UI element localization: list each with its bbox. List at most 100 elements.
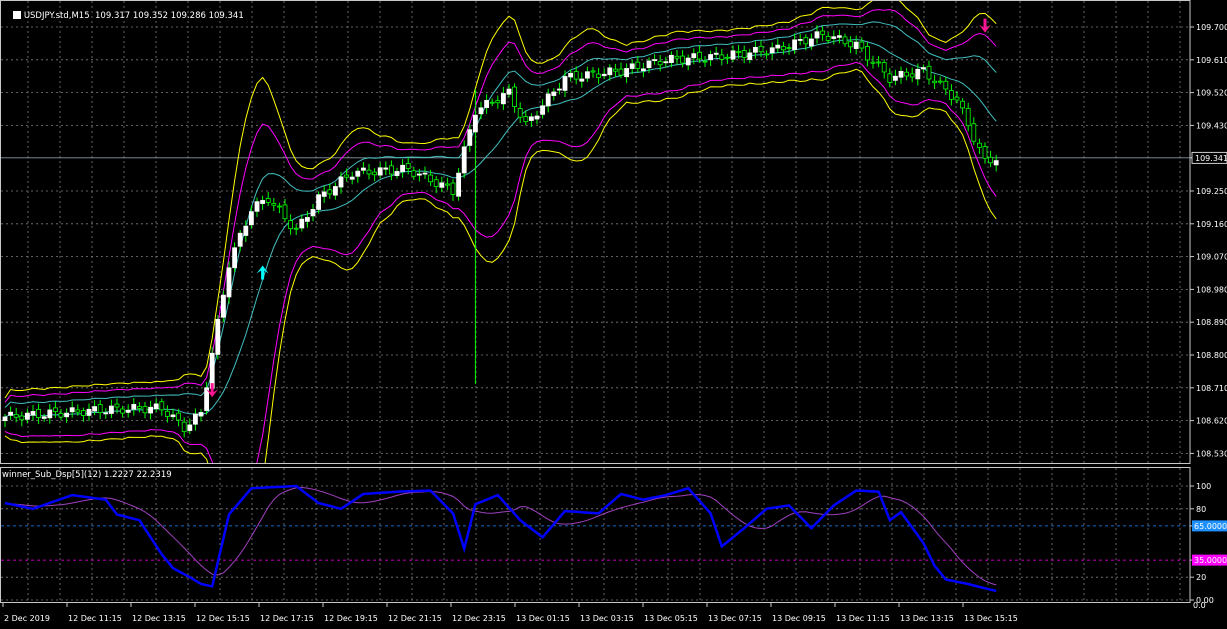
indicator-axis-label: 20 bbox=[1196, 573, 1206, 582]
candle-body bbox=[282, 204, 288, 220]
band-middle-lower bbox=[4, 61, 997, 463]
price-axis-label: 109.250 bbox=[1196, 187, 1227, 196]
candle-body bbox=[159, 401, 165, 411]
candle-body bbox=[792, 39, 797, 51]
candle bbox=[764, 50, 769, 59]
candle bbox=[842, 33, 848, 47]
candle-body bbox=[489, 101, 495, 104]
candle bbox=[131, 398, 137, 416]
candle bbox=[500, 86, 506, 110]
candle bbox=[747, 48, 753, 64]
candle-body bbox=[439, 182, 445, 188]
chart-canvas[interactable]: 109.700109.610109.520109.430109.341109.2… bbox=[0, 0, 1227, 625]
candle-body bbox=[585, 71, 590, 79]
candle-body bbox=[904, 71, 909, 77]
candle-body bbox=[618, 68, 624, 76]
grid-lines bbox=[1, 1, 1190, 602]
candle bbox=[573, 66, 579, 85]
price-axis-label: 108.800 bbox=[1196, 351, 1227, 360]
candle bbox=[624, 63, 629, 83]
candle bbox=[579, 72, 585, 88]
candle bbox=[86, 403, 92, 421]
candle bbox=[641, 62, 646, 78]
candles bbox=[2, 25, 999, 438]
candle bbox=[629, 59, 635, 75]
indicator-axis-label: 100 bbox=[1196, 482, 1211, 491]
candle-body bbox=[372, 171, 378, 176]
candle-body bbox=[444, 183, 450, 186]
time-axis-label: 12 Dec 13:15 bbox=[132, 614, 186, 623]
candle-body bbox=[265, 197, 271, 203]
menu-icon[interactable] bbox=[12, 11, 21, 19]
symbol-header: USDJPY.std,M15 109.317 109.352 109.286 1… bbox=[2, 1, 244, 31]
candle-body bbox=[47, 409, 53, 419]
candle bbox=[663, 56, 669, 68]
candle-body bbox=[624, 68, 629, 78]
candle-body bbox=[120, 408, 125, 414]
candle bbox=[159, 398, 165, 416]
candle-body bbox=[304, 217, 310, 222]
candle-body bbox=[646, 60, 652, 69]
candle-body bbox=[142, 406, 148, 414]
candle bbox=[489, 98, 495, 107]
candle-body bbox=[641, 68, 646, 72]
candle-body bbox=[81, 410, 86, 416]
candle-body bbox=[674, 55, 680, 59]
candle bbox=[865, 42, 870, 67]
candle-body bbox=[405, 163, 411, 170]
price-axis-label: 108.620 bbox=[1196, 417, 1227, 426]
candle-body bbox=[344, 174, 350, 178]
candle bbox=[848, 36, 853, 54]
candle-body bbox=[837, 35, 842, 38]
candle-body bbox=[131, 404, 137, 410]
candle bbox=[993, 154, 999, 172]
candle-body bbox=[400, 164, 406, 173]
candle-body bbox=[937, 80, 943, 83]
price-axis-label: 109.610 bbox=[1196, 56, 1227, 65]
candle-body bbox=[148, 406, 154, 414]
candle bbox=[837, 29, 842, 44]
level-low-label: 35.0000 bbox=[1194, 556, 1227, 565]
candle bbox=[825, 32, 831, 44]
ohlc-open: 109.317 bbox=[95, 11, 131, 21]
candle-body bbox=[232, 247, 238, 269]
candle bbox=[136, 402, 142, 413]
candle-body bbox=[260, 200, 266, 204]
candle bbox=[383, 161, 389, 176]
candle-body bbox=[803, 37, 809, 45]
candle bbox=[652, 54, 657, 65]
candle-body bbox=[697, 51, 702, 60]
candle-body bbox=[719, 54, 725, 60]
candle bbox=[613, 63, 618, 78]
candle bbox=[293, 224, 299, 236]
candle bbox=[820, 26, 825, 41]
candle-body bbox=[753, 47, 758, 53]
candle bbox=[680, 49, 685, 68]
candle bbox=[316, 191, 322, 214]
candle bbox=[344, 168, 350, 182]
candle-body bbox=[915, 68, 921, 80]
chart-window[interactable]: 109.700 109.610 109.520 109.430 109.341 109.2… bbox=[0, 0, 1227, 625]
candle-body bbox=[775, 44, 781, 49]
candle-body bbox=[248, 211, 254, 226]
time-axis-label: 13 Dec 09:15 bbox=[772, 614, 826, 623]
candle-body bbox=[276, 205, 282, 208]
indicator-axis-label: 80 bbox=[1196, 505, 1206, 514]
candle-body bbox=[685, 57, 691, 66]
candle-body bbox=[243, 225, 249, 236]
candle-body bbox=[820, 30, 825, 35]
candle-body bbox=[809, 38, 814, 47]
candle-body bbox=[769, 47, 775, 54]
candle-body bbox=[971, 123, 977, 142]
candle-body bbox=[702, 60, 708, 63]
candle-body bbox=[825, 35, 831, 41]
candle-body bbox=[170, 414, 176, 418]
candle-body bbox=[881, 62, 887, 73]
candle-body bbox=[109, 405, 114, 414]
candle-body bbox=[181, 421, 187, 432]
candle-body bbox=[349, 176, 355, 180]
candle-body bbox=[529, 116, 534, 121]
candle-body bbox=[53, 407, 58, 412]
candle-body bbox=[898, 70, 904, 78]
candle bbox=[753, 41, 758, 59]
